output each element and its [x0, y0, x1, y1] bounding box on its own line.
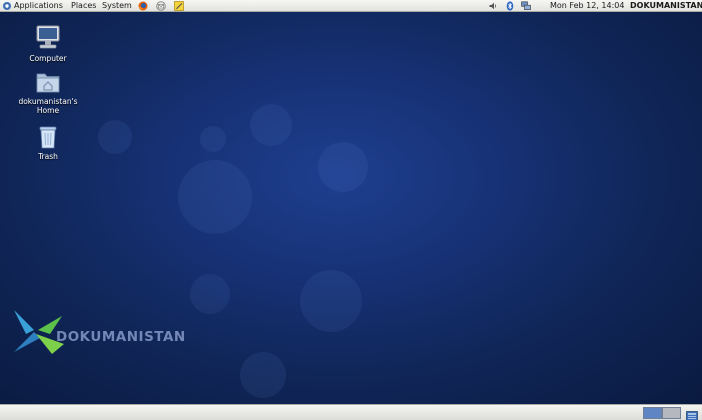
- top-panel: Applications Places System Mon Feb 12, 1…: [0, 0, 702, 12]
- desktop-screen: Applications Places System Mon Feb 12, 1…: [0, 0, 702, 420]
- bluetooth-icon[interactable]: [505, 1, 515, 11]
- bokeh-light: [250, 104, 292, 146]
- trash-desktop-icon[interactable]: Trash: [12, 124, 84, 161]
- bokeh-light: [98, 120, 132, 154]
- trash-icon: [39, 126, 57, 149]
- places-menu[interactable]: Places: [71, 0, 96, 12]
- computer-label: Computer: [29, 54, 67, 63]
- bokeh-light: [178, 160, 252, 234]
- system-menu[interactable]: System: [102, 0, 132, 12]
- workspace-2[interactable]: [662, 407, 681, 419]
- clock[interactable]: Mon Feb 12, 14:04: [550, 0, 624, 12]
- watermark-text: DOKUMANISTAN: [56, 329, 186, 345]
- desktop-background[interactable]: Computer dokumanistan's Home Trash DOKUM…: [0, 12, 702, 404]
- bokeh-light: [200, 126, 226, 152]
- bokeh-light: [300, 270, 362, 332]
- user-menu[interactable]: DOKUMANISTAN: [630, 0, 702, 12]
- volume-icon[interactable]: [488, 1, 498, 11]
- bottom-panel: [0, 404, 702, 420]
- firefox-icon[interactable]: [138, 1, 148, 11]
- home-folder-label: dokumanistan's Home: [18, 97, 78, 115]
- home-folder-icon: [36, 73, 60, 93]
- mail-client-icon[interactable]: [156, 1, 166, 11]
- watermark-logo: DOKUMANISTAN: [12, 308, 222, 368]
- trash-label: Trash: [38, 152, 58, 161]
- home-folder-desktop-icon[interactable]: dokumanistan's Home: [12, 69, 84, 115]
- workspace-1[interactable]: [643, 407, 662, 419]
- network-icon[interactable]: [521, 1, 531, 11]
- text-editor-icon[interactable]: [174, 1, 184, 11]
- computer-icon: [36, 25, 60, 49]
- bokeh-light: [240, 352, 286, 398]
- bokeh-light: [318, 142, 368, 192]
- show-desktop-icon[interactable]: [686, 407, 698, 420]
- applications-menu-icon[interactable]: [2, 1, 12, 11]
- computer-desktop-icon[interactable]: Computer: [12, 24, 84, 63]
- applications-menu[interactable]: Applications: [14, 0, 63, 12]
